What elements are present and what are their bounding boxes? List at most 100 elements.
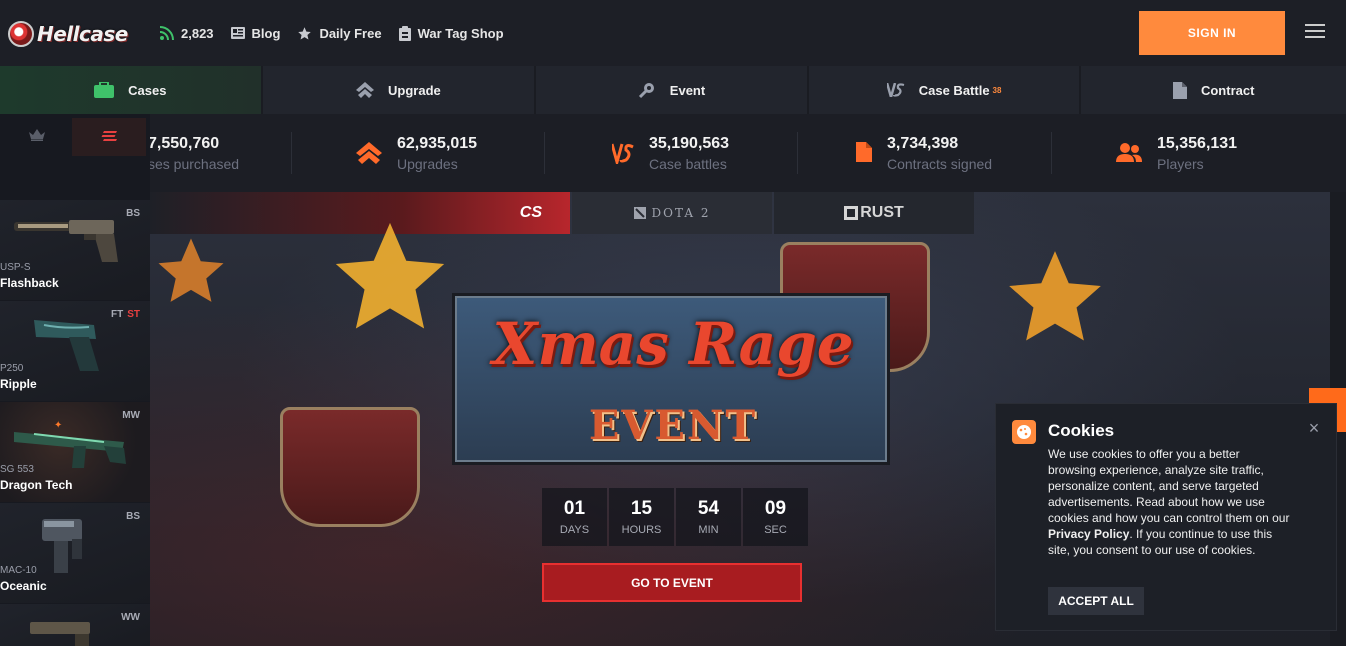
stat-value: 35,190,563 <box>649 135 730 152</box>
live-drop-item[interactable]: BS USP-S Flashback <box>0 200 150 300</box>
stat-divider <box>291 132 292 174</box>
crown-icon <box>29 128 45 146</box>
versus-icon <box>886 83 905 97</box>
drop-skin-name: Ripple <box>0 377 37 391</box>
stat-upgrades: 62,935,015 Upgrades <box>356 134 477 174</box>
event-icon <box>638 81 656 99</box>
war-tag-shop-label: War Tag Shop <box>417 25 504 41</box>
stat-label: ses purchased <box>148 156 240 172</box>
daily-free-link[interactable]: Daily Free <box>297 26 382 41</box>
logo-badge-icon <box>8 21 34 47</box>
stat-value: 3,734,398 <box>887 135 959 152</box>
cookie-consent-dialog: Cookies × We use cookies to offer you a … <box>995 403 1337 631</box>
shop-icon <box>398 25 411 41</box>
xmas-rage-event-logo: Xmas Rage EVENT <box>455 296 887 462</box>
dota-icon <box>633 207 646 219</box>
sign-in-button[interactable]: SIGN IN <box>1139 11 1285 55</box>
go-to-event-button[interactable]: GO TO EVENT <box>542 563 802 602</box>
stat-divider <box>544 132 545 174</box>
main-nav-tabs: Cases Upgrade Event Case Battle 38 Contr… <box>0 66 1346 114</box>
stat-label: Contracts signed <box>887 156 993 172</box>
hot-cocoa-mug-left <box>280 407 420 527</box>
stattrak-badge: ST <box>127 309 140 320</box>
online-count: 2,823 <box>181 25 214 41</box>
tab-upgrade-label: Upgrade <box>388 82 441 98</box>
countdown-days: 01 DAYS <box>542 488 607 546</box>
cookie-message: We use cookies to offer you a better bro… <box>1048 447 1290 557</box>
decorative-star-icon <box>335 222 445 329</box>
users-icon <box>1116 142 1142 167</box>
stat-case-battles: 35,190,563 Case battles <box>610 134 730 174</box>
tab-upgrade[interactable]: Upgrade <box>262 66 535 114</box>
drop-skin-name: Dragon Tech <box>0 478 73 492</box>
decorative-star-icon <box>1009 251 1101 341</box>
event-countdown: 01 DAYS 15 HOURS 54 MIN 09 SEC <box>542 488 810 546</box>
cs-logo: CS <box>519 204 542 221</box>
weapon-image-p250 <box>14 315 114 380</box>
upgrade-icon <box>356 82 375 98</box>
tab-contract[interactable]: Contract <box>1081 66 1346 114</box>
svg-text:✦: ✦ <box>54 420 62 431</box>
rss-icon <box>160 26 174 40</box>
drop-weapon-type: USP-S <box>0 262 31 273</box>
war-tag-shop-link[interactable]: War Tag Shop <box>398 25 504 41</box>
rust-icon <box>844 206 859 220</box>
stat-divider <box>1051 132 1052 174</box>
stat-value: 7,550,760 <box>148 135 220 152</box>
live-drop-item[interactable]: BS MAC-10 Oceanic <box>0 503 150 603</box>
tab-event[interactable]: Event <box>536 66 807 114</box>
drop-skin-name: Flashback <box>0 276 59 290</box>
weapon-image-usp-s <box>14 214 124 269</box>
close-icon[interactable]: × <box>1304 418 1324 438</box>
rust-label: RUST <box>860 204 904 221</box>
cookie-title: Cookies <box>1048 421 1115 440</box>
drop-quality: WW <box>121 612 140 623</box>
star-icon <box>297 26 312 41</box>
online-counter: 2,823 <box>160 26 214 41</box>
countdown-hours: 15 HOURS <box>609 488 674 546</box>
briefcase-icon <box>94 82 115 98</box>
document-icon <box>1172 81 1187 99</box>
top-links: 2,823 Blog Daily Free War Tag Shop <box>160 22 521 44</box>
hellcase-logo[interactable]: Hellcase <box>8 16 130 52</box>
menu-hamburger-icon[interactable] <box>1305 24 1325 42</box>
stat-contracts-signed: 3,734,398 Contracts signed <box>856 134 992 174</box>
weapon-image-partial <box>30 618 110 646</box>
drop-weapon-type: SG 553 <box>0 464 34 475</box>
tab-case-battle[interactable]: Case Battle 38 <box>808 66 1080 114</box>
tab-event-label: Event <box>669 82 706 98</box>
stat-value: 62,935,015 <box>397 135 478 152</box>
stat-label: Upgrades <box>397 156 458 172</box>
live-drop-item[interactable]: MW ✦ SG 553 Dragon Tech <box>0 402 150 502</box>
drop-weapon-type: MAC-10 <box>0 565 37 576</box>
document-icon <box>856 142 872 167</box>
case-battle-count-badge: 38 <box>992 85 1002 95</box>
countdown-seconds: 09 SEC <box>743 488 808 546</box>
live-drop-item[interactable]: WW <box>0 604 150 646</box>
drop-quality: BS <box>126 511 140 522</box>
live-drops-sidebar: BS USP-S Flashback FT ST P250 Ripple MW ✦… <box>0 114 150 646</box>
tab-contract-label: Contract <box>1200 82 1255 98</box>
stat-label: Case battles <box>649 156 727 172</box>
stat-players: 15,356,131 Players <box>1116 134 1237 174</box>
accept-all-button[interactable]: ACCEPT ALL <box>1048 587 1144 615</box>
drop-weapon-type: P250 <box>0 363 24 374</box>
tab-cases[interactable]: Cases <box>0 66 261 114</box>
decorative-star-icon <box>158 238 224 302</box>
game-tab-rust[interactable]: RUST <box>774 192 974 234</box>
countdown-minutes: 54 MIN <box>676 488 741 546</box>
top-header: Hellcase 2,823 Blog Daily Free War Tag S… <box>0 0 1346 66</box>
tab-all-drops[interactable] <box>72 118 146 156</box>
drop-quality: FT ST <box>111 309 140 320</box>
stat-divider <box>797 132 798 174</box>
game-tab-dota2[interactable]: DOTA 2 <box>572 192 772 234</box>
live-drops-icon <box>101 128 117 146</box>
blog-icon <box>230 27 245 39</box>
live-drop-item[interactable]: FT ST P250 Ripple <box>0 301 150 401</box>
tab-case-battle-label: Case Battle <box>918 82 990 98</box>
dota-label: DOTA 2 <box>651 206 711 220</box>
site-stats-bar: 7,550,760 ses purchased 62,935,015 Upgra… <box>148 114 1346 192</box>
tab-top-drops[interactable] <box>0 118 74 156</box>
blog-link[interactable]: Blog <box>230 26 280 41</box>
privacy-policy-link[interactable]: Privacy Policy <box>1048 527 1129 541</box>
